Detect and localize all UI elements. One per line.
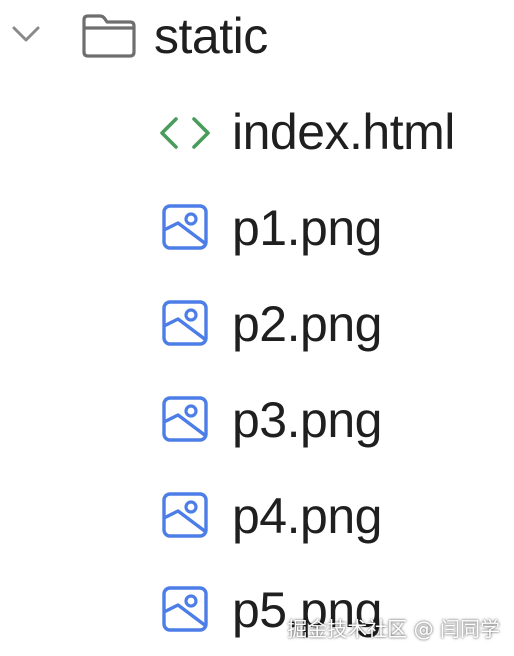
folder-name-label: static xyxy=(154,8,268,64)
html-code-icon xyxy=(160,117,210,149)
file-name-label: p3.png xyxy=(232,392,382,448)
folder-icon xyxy=(82,14,136,58)
image-file-icon xyxy=(162,492,208,538)
tree-row-file-p2-png[interactable]: p2.png xyxy=(0,280,514,368)
tree-row-file-p1-png[interactable]: p1.png xyxy=(0,184,514,272)
file-name-label: p1.png xyxy=(232,200,382,256)
watermark-text: 掘金技术社区 @ 闫同学 xyxy=(287,617,500,641)
file-name-label: p4.png xyxy=(232,488,382,544)
tree-row-file-p4-png[interactable]: p4.png xyxy=(0,472,514,560)
image-file-icon xyxy=(162,204,208,250)
image-file-icon xyxy=(162,586,208,632)
tree-row-file-p3-png[interactable]: p3.png xyxy=(0,376,514,464)
chevron-down-icon[interactable] xyxy=(8,20,44,48)
tree-row-file-p5-png[interactable]: p5.png xyxy=(0,568,514,656)
project-file-tree: static index.html p1.png p2.png p3.png p… xyxy=(0,0,514,656)
image-file-icon xyxy=(162,396,208,442)
file-name-label: index.html xyxy=(232,104,455,160)
image-file-icon xyxy=(162,300,208,346)
tree-row-folder-static[interactable]: static xyxy=(0,0,514,88)
file-name-label: p2.png xyxy=(232,296,382,352)
tree-row-file-index-html[interactable]: index.html xyxy=(0,88,514,176)
